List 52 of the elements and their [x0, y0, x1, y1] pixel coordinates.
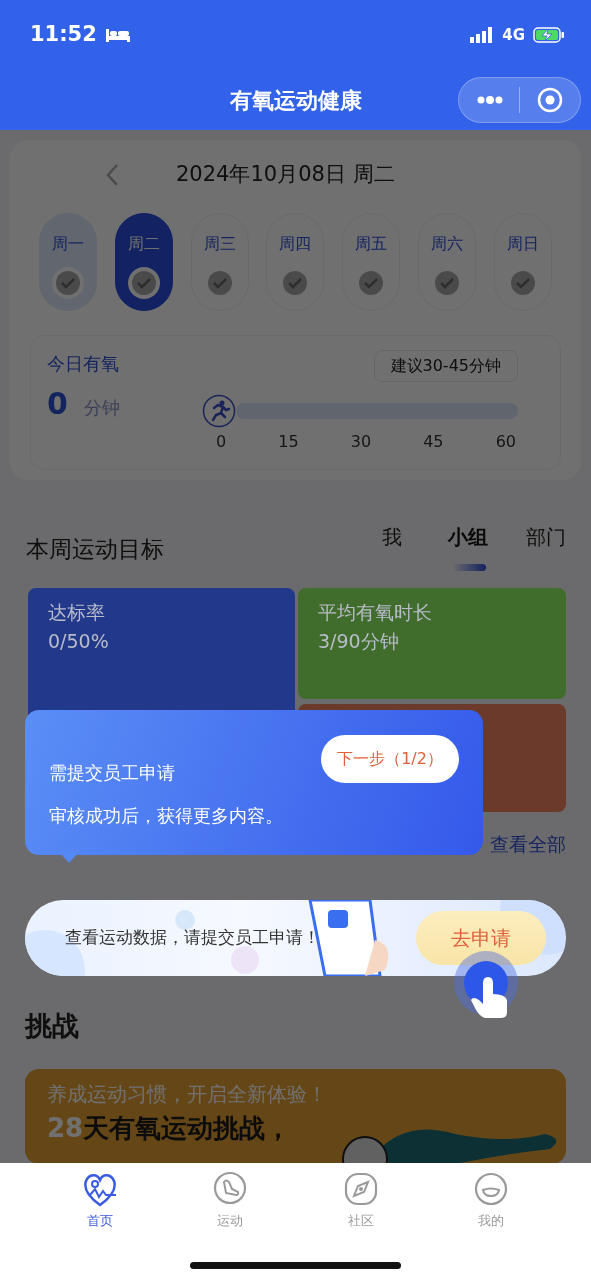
stat-value: 0/50%: [48, 628, 110, 654]
day-pill[interactable]: 周六: [418, 213, 477, 311]
scale-label: 15: [278, 431, 299, 453]
challenge-subtitle: 养成运动习惯，开启全新体验！: [47, 1080, 327, 1108]
scale-label: 0: [216, 431, 227, 453]
scale-label: 60: [495, 431, 516, 453]
day-pill[interactable]: 周二: [114, 213, 173, 311]
segment-tab[interactable]: 小组: [448, 522, 488, 571]
challenge-card[interactable]: 养成运动习惯，开启全新体验！ 28天有氧运动挑战，: [25, 1068, 566, 1163]
section-title: 本周运动目标: [26, 535, 164, 564]
tab-label: 首页: [87, 1212, 114, 1230]
tooltip-title: 需提交员工申请: [49, 760, 175, 785]
minutes-value: 0: [47, 385, 68, 423]
day-label: 周二: [127, 233, 160, 255]
tab-bar-item[interactable]: 首页: [60, 1171, 141, 1231]
scale-label: 30: [350, 431, 372, 453]
scale-label: 45: [423, 431, 444, 453]
day-label: 周日: [506, 233, 539, 255]
day-label: 周六: [431, 233, 464, 255]
day-pill[interactable]: 周三: [190, 213, 249, 311]
day-label: 周一: [52, 233, 84, 255]
day-pill[interactable]: 周一: [39, 213, 97, 311]
day-label: 周五: [355, 233, 388, 255]
stat-card[interactable]: 平均有氧时长 3/90分钟: [298, 588, 566, 699]
stat-value: 3/90分钟: [318, 628, 400, 654]
stat-title: 平均有氧时长: [318, 600, 433, 625]
segment-tab[interactable]: 我: [374, 522, 410, 571]
challenge-headline: 28天有氧运动挑战，: [47, 1111, 292, 1145]
day-label: 周四: [279, 233, 312, 255]
day-pill[interactable]: 周四: [266, 213, 325, 311]
tab-label: 我的: [477, 1212, 504, 1230]
tab-label: 运动: [217, 1212, 244, 1230]
day-pill[interactable]: 周五: [342, 213, 401, 311]
segment-tab[interactable]: 部门: [526, 522, 566, 571]
stat-title: 达标率: [48, 600, 106, 625]
next-step-button[interactable]: 下一步（1/2）: [321, 735, 459, 783]
tab-bar-item[interactable]: 我的: [450, 1171, 531, 1231]
tab-label: 社区: [347, 1212, 374, 1230]
date-label: 2024年10月08日 周二: [176, 161, 395, 189]
day-label: 周三: [203, 233, 236, 255]
network-label: 4G: [502, 24, 525, 46]
view-all-link[interactable]: 查看全部: [490, 830, 566, 860]
section-title: 挑战: [25, 1009, 80, 1043]
tab-bar-item[interactable]: 运动: [190, 1171, 271, 1231]
status-time: 11:52: [30, 21, 97, 49]
apply-button[interactable]: 去申请: [416, 911, 546, 965]
day-pill[interactable]: 周日: [493, 213, 552, 311]
tab-bar-item[interactable]: 社区: [320, 1171, 401, 1231]
suggestion-tag: 建议30-45分钟: [373, 350, 518, 382]
today-aerobic-label: 今日有氧: [47, 352, 120, 376]
page-title: 有氧运动健康: [229, 86, 362, 115]
apply-prompt-text: 查看运动数据，请提交员工申请！: [65, 926, 320, 950]
